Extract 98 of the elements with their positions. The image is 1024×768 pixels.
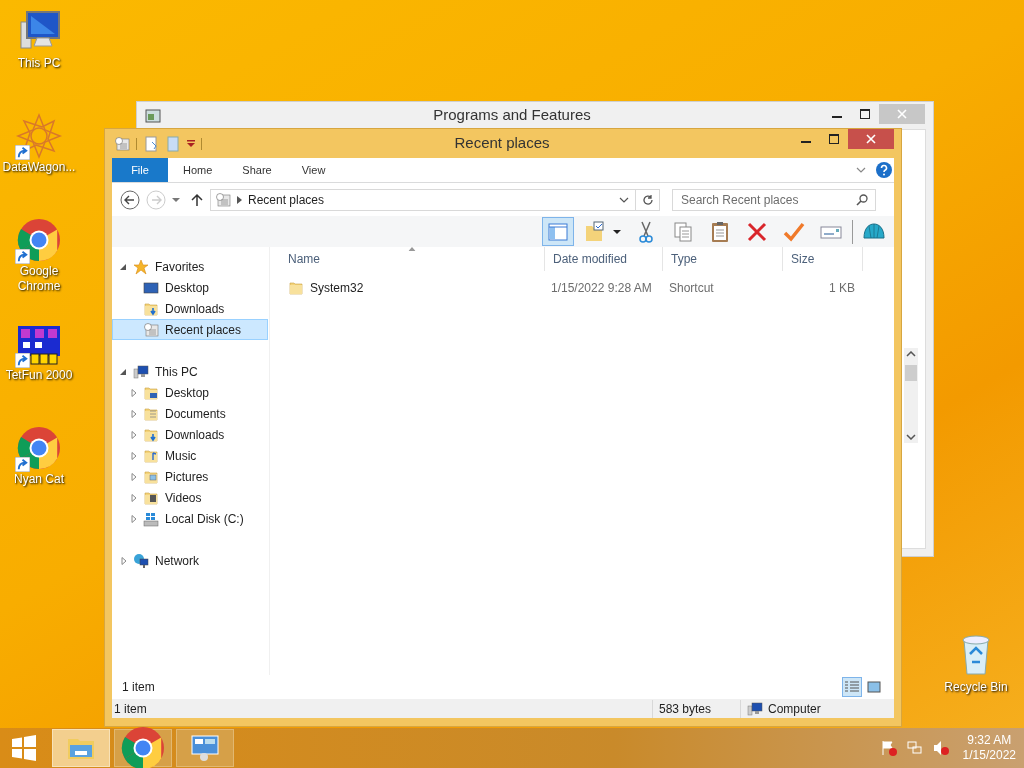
search-field[interactable]: Search Recent places (672, 188, 876, 211)
ribbon-tab[interactable]: View (286, 158, 341, 182)
folder-icon (143, 468, 159, 485)
action-center-flag-icon[interactable] (880, 740, 897, 756)
scroll-bar[interactable] (904, 348, 918, 443)
expand-arrow-icon[interactable] (120, 367, 128, 376)
column-header[interactable]: Size (783, 247, 863, 271)
recent-places-icon (215, 191, 231, 208)
status-text: Computer (768, 700, 821, 718)
chevron-down-icon[interactable] (619, 195, 629, 204)
monitor-icon (133, 363, 149, 380)
column-header[interactable]: Name (280, 247, 545, 271)
close-icon (866, 134, 876, 144)
nav-item[interactable]: Videos (112, 487, 268, 508)
app-icon (15, 216, 63, 264)
taskbar-button[interactable] (176, 729, 234, 767)
taskbar-button[interactable] (52, 729, 110, 767)
nav-item[interactable]: This PC (112, 361, 268, 382)
folder-icon (143, 384, 159, 401)
taskbar-button[interactable] (114, 729, 172, 767)
window-title: Recent places (453, 133, 551, 154)
ribbon-tab[interactable]: File (112, 158, 168, 182)
nav-item[interactable]: Local Disk (C:) (112, 508, 268, 529)
table-cell-text: Shortcut (668, 280, 715, 297)
dropdown-arrow-icon (613, 228, 621, 235)
dropdown-arrow-icon[interactable] (187, 139, 195, 148)
close-icon (897, 108, 907, 119)
control-panel-icon (145, 107, 161, 124)
maximize-icon (829, 134, 839, 144)
scroll-up-icon[interactable] (906, 351, 916, 357)
folder-icon (143, 447, 159, 464)
file-name: System32 (310, 280, 364, 297)
maximize-icon (860, 108, 870, 119)
drive-icon (143, 510, 159, 527)
folder-icon (143, 426, 159, 443)
copy-icon (671, 219, 695, 244)
network-icon (133, 552, 149, 569)
shortcut-arrow-icon (15, 249, 30, 264)
monitor-icon (143, 279, 159, 296)
help-icon[interactable] (876, 162, 892, 178)
column-header[interactable]: Date modified (545, 247, 663, 271)
properties-icon[interactable] (143, 135, 159, 152)
minimize-icon (832, 115, 842, 118)
search-icon (856, 193, 868, 206)
item-count: 1 item (122, 679, 155, 696)
browser-icon (119, 724, 167, 768)
sort-arrow-icon (408, 247, 416, 251)
nav-item[interactable]: Pictures (112, 466, 268, 487)
table-cell-text: 1 KB (828, 280, 856, 297)
shortcut-arrow-icon (15, 353, 30, 368)
app-icon (15, 424, 63, 472)
up-arrow-icon[interactable] (190, 192, 204, 207)
expand-arrow-icon[interactable] (120, 262, 128, 271)
windows-logo-icon (11, 735, 37, 761)
toolbar-button[interactable] (542, 217, 574, 246)
monitor-icon (747, 700, 763, 717)
folder-check-icon (583, 219, 607, 244)
star-icon (133, 258, 149, 275)
folder-icon (288, 280, 304, 296)
nav-item[interactable]: Desktop (112, 382, 268, 403)
app-icon (15, 112, 63, 160)
address-bar[interactable]: Recent places (210, 188, 660, 211)
details-view-button[interactable] (842, 677, 862, 697)
back-button[interactable] (120, 189, 140, 210)
control-panel-icon (190, 734, 220, 762)
ribbon-tab[interactable]: Home (168, 158, 228, 182)
muted-speaker-icon[interactable] (932, 740, 949, 756)
nav-item[interactable]: Favorites (112, 256, 268, 277)
recent-places-icon (114, 135, 130, 152)
nav-item[interactable]: Network (112, 550, 268, 571)
recent-places-icon (143, 321, 159, 338)
file-row[interactable]: System32 1/15/2022 9:28 AM Shortcut 1 KB (280, 277, 894, 299)
shortcut-arrow-icon (15, 457, 30, 472)
table-cell-text: 1/15/2022 9:28 AM (550, 280, 653, 297)
nav-item[interactable]: Downloads (112, 298, 268, 319)
nav-item[interactable]: Downloads (112, 424, 268, 445)
folder-icon (143, 405, 159, 422)
column-header[interactable]: Type (663, 247, 783, 271)
nav-item[interactable]: Music (112, 445, 268, 466)
scroll-thumb[interactable] (905, 365, 917, 381)
minimize-icon (801, 141, 811, 143)
nav-item[interactable]: Documents (112, 403, 268, 424)
folder-icon (143, 300, 159, 317)
status-text: 583 bytes (652, 699, 740, 718)
nav-item[interactable]: Recent places (112, 319, 268, 340)
window-title: Programs and Features (432, 105, 592, 126)
folder-icon (143, 489, 159, 506)
recent-locations-caret-icon[interactable] (172, 196, 180, 203)
scroll-down-icon[interactable] (906, 434, 916, 440)
nav-item[interactable]: Desktop (112, 277, 268, 298)
breadcrumb-arrow-icon[interactable] (237, 195, 242, 204)
shortcut-arrow-icon (15, 145, 30, 160)
chevron-down-icon[interactable] (856, 166, 866, 174)
ribbon-tab[interactable]: Share (227, 158, 287, 182)
network-icon[interactable] (906, 740, 923, 756)
refresh-icon[interactable] (641, 193, 654, 206)
status-text: 1 item (113, 700, 148, 718)
address-path[interactable]: Recent places (248, 190, 325, 209)
